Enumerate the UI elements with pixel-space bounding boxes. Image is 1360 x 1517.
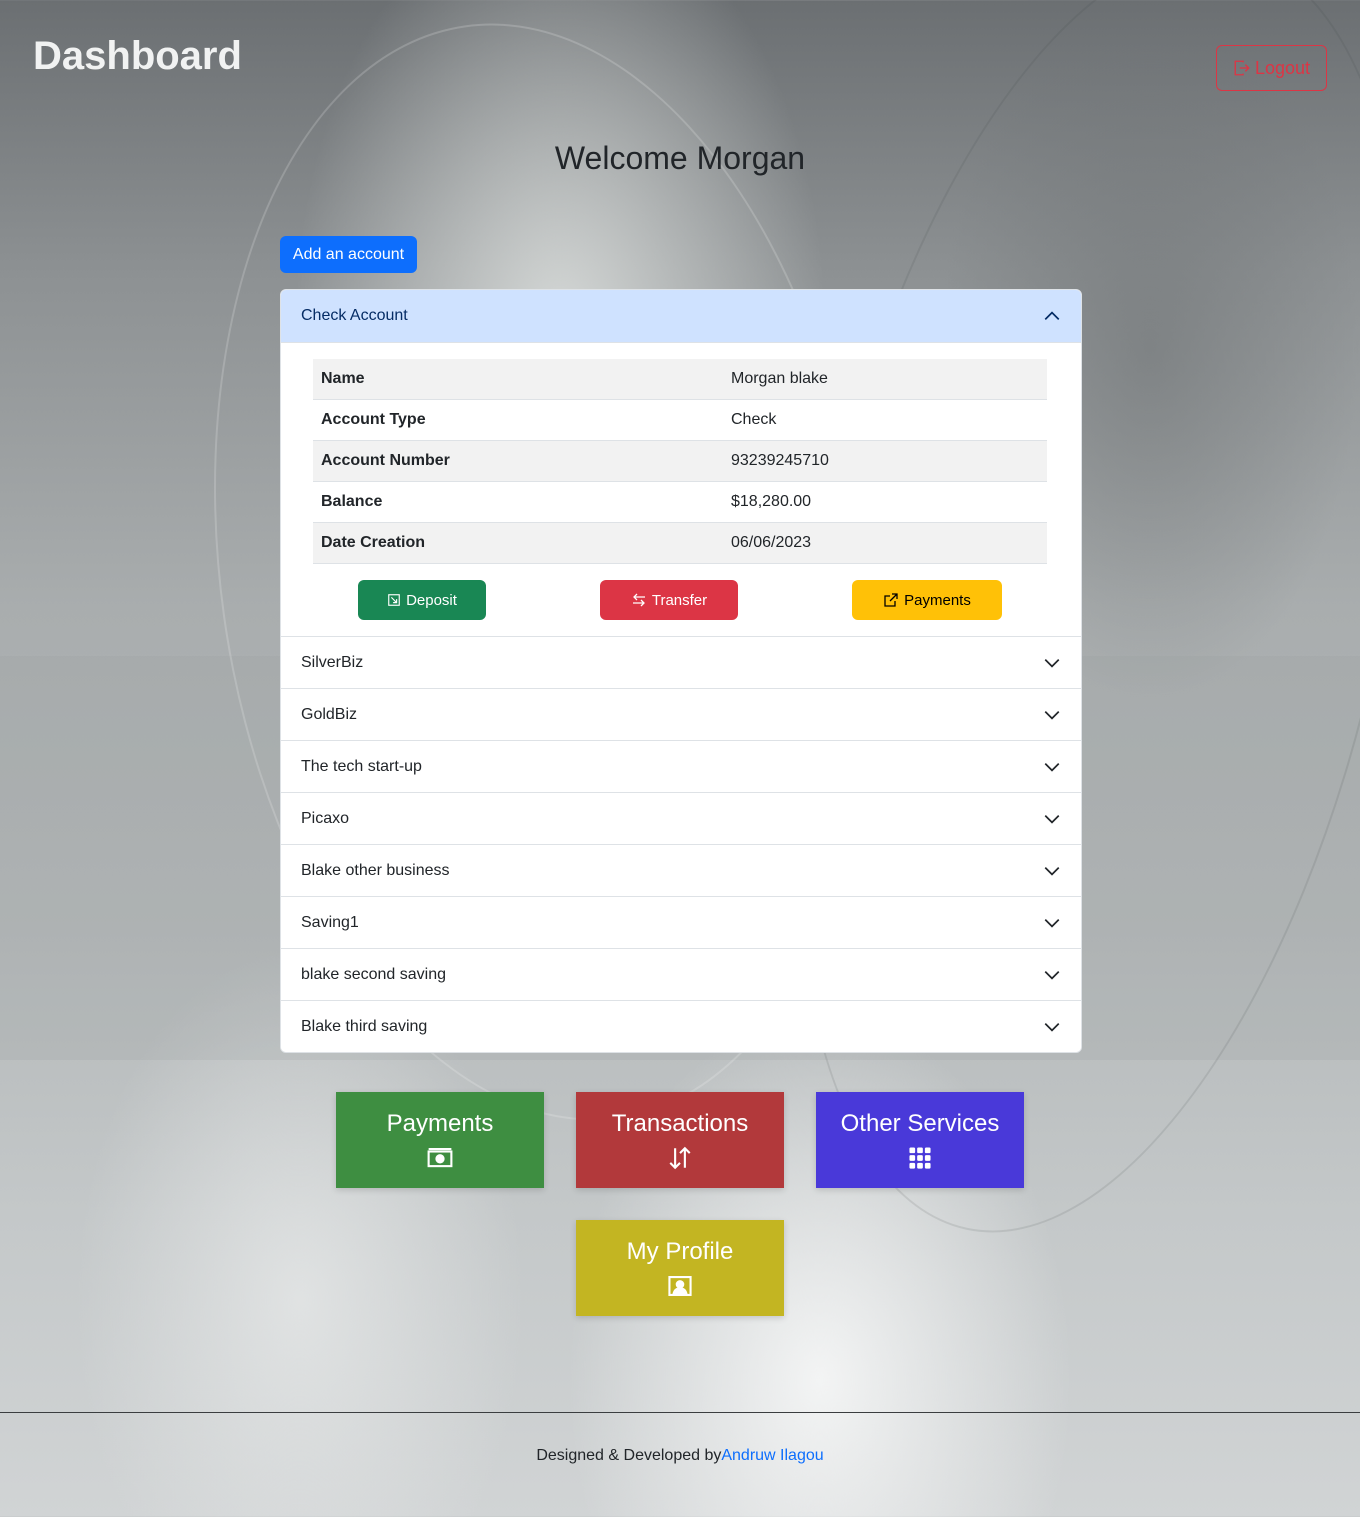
table-row: Account Number 93239245710 (313, 440, 1047, 482)
transfer-label: Transfer (651, 591, 708, 609)
chevron-down-icon (1044, 866, 1060, 876)
account-details-table: Name Morgan blake Account Type Check Acc… (313, 359, 1047, 564)
footer: Designed & Developed byAndruw Ilagou (0, 1447, 1360, 1465)
other-services-tile[interactable]: Other Services (816, 1092, 1024, 1188)
detail-label: Balance (313, 481, 723, 523)
detail-label: Date Creation (313, 522, 723, 564)
accordion-title: Blake third saving (301, 1017, 428, 1035)
chevron-down-icon (1044, 762, 1060, 772)
page-title: Dashboard (33, 34, 242, 78)
tile-label: Other Services (840, 1110, 1000, 1137)
accordion-header[interactable]: Blake other business (281, 844, 1081, 896)
footer-credit: Designed & Developed by (536, 1447, 722, 1464)
table-row: Account Type Check (313, 399, 1047, 441)
accordion-title: GoldBiz (301, 705, 358, 723)
accordion-title: Check Account (301, 307, 408, 324)
payments-button[interactable]: Payments (852, 580, 1002, 620)
tile-label: My Profile (626, 1238, 734, 1265)
deposit-icon (388, 594, 400, 606)
external-link-icon (884, 593, 898, 607)
person-badge-icon (668, 1276, 692, 1296)
accordion-header[interactable]: The tech start-up (281, 740, 1081, 792)
table-row: Date Creation 06/06/2023 (313, 522, 1047, 564)
detail-value: Check (723, 399, 1047, 441)
my-profile-tile[interactable]: My Profile (576, 1220, 784, 1316)
transactions-tile[interactable]: Transactions (576, 1092, 784, 1188)
grid-icon (909, 1147, 931, 1169)
transfer-button[interactable]: Transfer (600, 580, 738, 620)
tile-label: Transactions (611, 1110, 749, 1137)
logout-icon (1234, 60, 1250, 76)
detail-value: 93239245710 (723, 440, 1047, 482)
sort-arrows-icon (669, 1146, 691, 1170)
accordion-header[interactable]: SilverBiz (281, 636, 1081, 688)
table-row: Balance $18,280.00 (313, 481, 1047, 523)
chevron-down-icon (1044, 658, 1060, 668)
detail-label: Account Type (313, 399, 723, 441)
accordion-title: Picaxo (301, 809, 350, 827)
detail-label: Account Number (313, 440, 723, 482)
accordion-body-check-account: Name Morgan blake Account Type Check Acc… (281, 342, 1081, 636)
transfer-arrows-icon (632, 593, 645, 607)
accordion-title: Saving1 (301, 913, 359, 931)
detail-label: Name (313, 359, 723, 400)
welcome-heading: Welcome Morgan (554, 140, 806, 176)
account-actions: Deposit Transfer Payments (313, 580, 1049, 620)
payments-label: Payments (904, 591, 971, 609)
accordion-header-check-account[interactable]: Check Account (281, 290, 1081, 342)
accordion-title: blake second saving (301, 965, 446, 983)
accordion-title: Blake other business (301, 861, 450, 879)
accounts-accordion: Check Account Name Morgan blake Account … (280, 289, 1082, 1053)
logout-button[interactable]: Logout (1216, 45, 1327, 91)
chevron-down-icon (1044, 970, 1060, 980)
detail-value: 06/06/2023 (723, 522, 1047, 564)
deposit-label: Deposit (406, 591, 457, 609)
chevron-down-icon (1044, 710, 1060, 720)
accordion-header[interactable]: GoldBiz (281, 688, 1081, 740)
chevron-down-icon (1044, 814, 1060, 824)
detail-value: Morgan blake (723, 359, 1047, 400)
deposit-button[interactable]: Deposit (358, 580, 486, 620)
tile-label: Payments (386, 1110, 494, 1137)
add-account-button[interactable]: Add an account (280, 236, 417, 273)
chevron-down-icon (1044, 918, 1060, 928)
author-link[interactable]: Andruw Ilagou (721, 1447, 823, 1464)
logout-label: Logout (1254, 57, 1311, 78)
chevron-down-icon (1044, 1022, 1060, 1032)
cash-icon (427, 1148, 453, 1168)
accordion-header[interactable]: Saving1 (281, 896, 1081, 948)
footer-divider (0, 1412, 1360, 1413)
accordion-title: SilverBiz (301, 653, 364, 671)
payments-tile[interactable]: Payments (336, 1092, 544, 1188)
accordion-title: The tech start-up (301, 757, 422, 775)
chevron-up-icon (1044, 311, 1060, 320)
accordion-header[interactable]: Picaxo (281, 792, 1081, 844)
accordion-header[interactable]: Blake third saving (281, 1000, 1081, 1052)
detail-value: $18,280.00 (723, 481, 1047, 523)
accordion-header[interactable]: blake second saving (281, 948, 1081, 1000)
table-row: Name Morgan blake (313, 359, 1047, 400)
